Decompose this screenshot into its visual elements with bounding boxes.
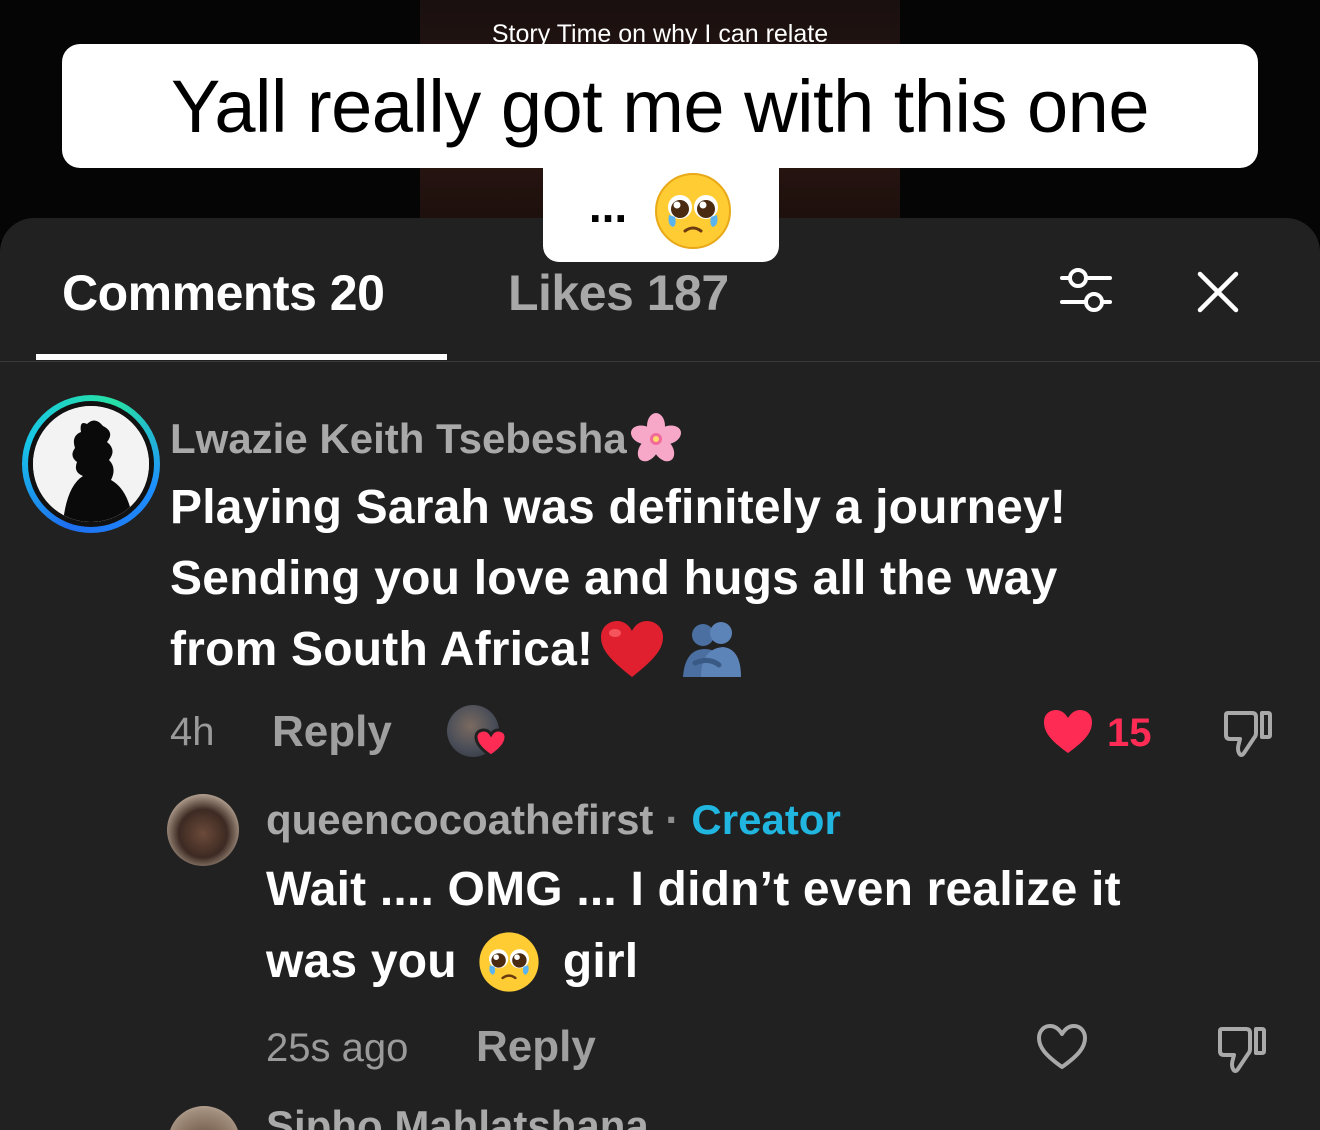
- cherry-blossom-emoji-icon: [630, 413, 681, 462]
- comment-time: 4h: [170, 710, 215, 754]
- silhouette-avatar-image: [33, 406, 149, 522]
- filter-button[interactable]: [1056, 262, 1116, 318]
- thumbs-down-icon: [1224, 711, 1272, 757]
- comment-text-segment: was you: [266, 935, 457, 988]
- close-icon: [1197, 271, 1239, 313]
- creator-liked-heart-icon: [474, 728, 508, 758]
- tab-likes[interactable]: Likes 187: [508, 264, 729, 322]
- like-button[interactable]: [1034, 1020, 1090, 1074]
- comment-text-line: Playing Sarah was definitely a journey!: [170, 481, 1067, 534]
- reply-button[interactable]: Reply: [476, 1022, 596, 1072]
- heart-outline-icon: [1037, 1024, 1087, 1069]
- pleading-face-emoji-icon: [479, 931, 539, 992]
- close-button[interactable]: [1190, 264, 1246, 320]
- comment-text-line: Sending you love and hugs all the way: [170, 552, 1058, 605]
- tab-comments[interactable]: Comments 20: [62, 264, 385, 322]
- red-heart-emoji-icon: [601, 620, 664, 677]
- dislike-button[interactable]: [1220, 704, 1276, 760]
- comment-text-segment: from South Africa!: [170, 623, 594, 676]
- comment-text-line-last: was you girl: [266, 926, 638, 997]
- sliders-icon: [1060, 268, 1112, 312]
- caption-continuation: ...: [543, 160, 779, 262]
- comment-time: 25s ago: [266, 1026, 409, 1070]
- avatar[interactable]: [22, 395, 160, 533]
- like-button[interactable]: [1040, 706, 1096, 758]
- creator-badge: Creator: [691, 796, 841, 843]
- pleading-face-emoji-icon: [655, 173, 732, 249]
- tabs-divider: [0, 361, 1320, 362]
- caption-dots: ...: [588, 180, 628, 232]
- active-tab-indicator: [36, 354, 447, 360]
- people-hugging-emoji-icon: [683, 621, 742, 677]
- caption-text: Yall really got me with this one: [171, 64, 1149, 148]
- username-separator: ·: [665, 796, 680, 843]
- reply-button[interactable]: Reply: [272, 707, 392, 757]
- username-text: Lwazie Keith Tsebesha: [170, 415, 627, 462]
- thumbs-down-icon: [1218, 1027, 1266, 1073]
- comment-username[interactable]: queencocoathefirst · Creator: [266, 796, 841, 844]
- avatar[interactable]: [167, 794, 239, 866]
- comment-username[interactable]: Lwazie Keith Tsebesha: [170, 410, 685, 468]
- comment-text-segment: girl: [562, 935, 639, 988]
- filled-heart-icon: [1044, 710, 1092, 753]
- comment-text-line-last: from South Africa!: [170, 614, 745, 685]
- dislike-button[interactable]: [1214, 1020, 1270, 1076]
- like-count: 15: [1107, 711, 1152, 755]
- comment-username[interactable]: Sipho Mahlatshana: [266, 1102, 649, 1130]
- username-text: queencocoathefirst: [266, 796, 654, 843]
- comment-text-line: Wait .... OMG ... I didn’t even realize …: [266, 863, 1121, 916]
